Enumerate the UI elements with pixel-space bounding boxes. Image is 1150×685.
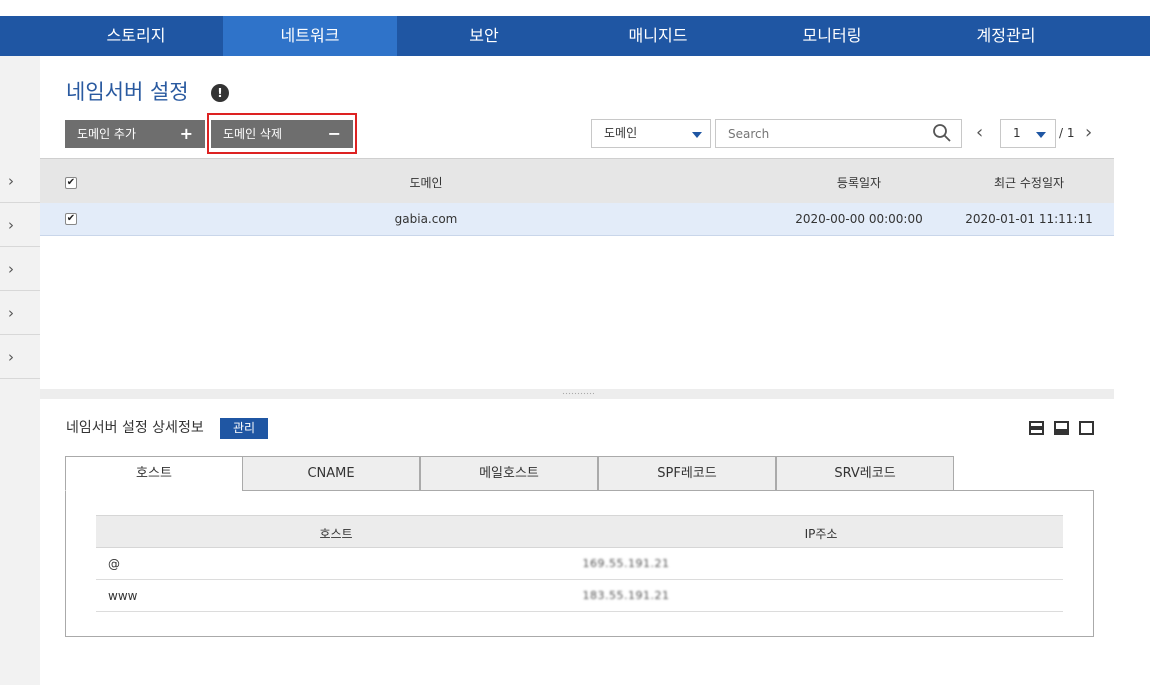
chevron-right-icon: › xyxy=(8,304,14,322)
tab-cname[interactable]: CNAME xyxy=(242,456,420,491)
add-domain-button[interactable]: 도메인 추가 + xyxy=(65,120,205,148)
nav-item-security[interactable]: 보안 xyxy=(397,16,571,56)
tab-mailhost[interactable]: 메일호스트 xyxy=(420,456,598,491)
sidebar-expand-3[interactable]: › xyxy=(0,247,40,291)
sidebar-expand-5[interactable]: › xyxy=(0,335,40,379)
nav-item-account[interactable]: 계정관리 xyxy=(919,16,1093,56)
top-nav: 스토리지 네트워크 보안 매니지드 모니터링 계정관리 xyxy=(0,16,1150,56)
table-row[interactable]: @ 169.55.191.21 xyxy=(96,548,1063,580)
row-ip: 183.55.191.21 xyxy=(582,589,670,602)
table-row[interactable]: www 183.55.191.21 xyxy=(96,580,1063,612)
chevron-left-icon[interactable]: ‹ xyxy=(976,122,983,143)
detail-title: 네임서버 설정 상세정보 xyxy=(66,420,204,436)
row-checkbox[interactable]: ✔ xyxy=(65,213,77,225)
view-bottom-icon[interactable] xyxy=(1054,421,1069,435)
plus-icon: + xyxy=(179,124,193,143)
nav-item-monitoring[interactable]: 모니터링 xyxy=(745,16,919,56)
domain-table-header: ✔ 도메인 등록일자 최근 수정일자 xyxy=(40,158,1114,203)
chevron-right-icon: › xyxy=(8,348,14,366)
row-ip: 169.55.191.21 xyxy=(582,557,670,570)
nav-item-storage[interactable]: 스토리지 xyxy=(49,16,223,56)
table-row[interactable]: ✔ gabia.com 2020-00-00 00:00:00 2020-01-… xyxy=(40,203,1114,236)
splitter-grip xyxy=(562,392,594,395)
sidebar-expand-4[interactable]: › xyxy=(0,291,40,335)
row-domain: gabia.com xyxy=(394,212,458,226)
highlight-box xyxy=(207,113,357,154)
page-select[interactable]: 1 xyxy=(1000,119,1056,148)
sidebar-expand-2[interactable]: › xyxy=(0,203,40,247)
table-empty-area xyxy=(40,236,1114,389)
host-table-header: 호스트 IP주소 xyxy=(96,515,1063,548)
left-sidebar: › › › › › xyxy=(0,56,40,685)
chevron-right-icon: › xyxy=(8,260,14,278)
chevron-right-icon: › xyxy=(8,172,14,190)
page-title: 네임서버 설정 xyxy=(66,80,189,104)
tab-host[interactable]: 호스트 xyxy=(65,456,243,491)
column-ip: IP주소 xyxy=(804,527,838,541)
view-full-icon[interactable] xyxy=(1079,421,1094,435)
row-modified: 2020-01-01 11:11:11 xyxy=(965,212,1093,226)
chevron-right-icon: › xyxy=(8,216,14,234)
filter-select[interactable]: 도메인 xyxy=(591,119,711,148)
nav-item-network[interactable]: 네트워크 xyxy=(223,16,397,56)
search-icon[interactable] xyxy=(932,123,952,143)
chevron-down-icon xyxy=(1036,132,1046,138)
select-all-checkbox[interactable]: ✔ xyxy=(65,177,77,189)
page-current: 1 xyxy=(1013,126,1021,140)
nav-item-managed[interactable]: 매니지드 xyxy=(571,16,745,56)
search-input[interactable] xyxy=(715,119,962,148)
row-registered: 2020-00-00 00:00:00 xyxy=(795,212,923,226)
view-top-icon[interactable] xyxy=(1029,421,1044,435)
sidebar-expand-1[interactable]: › xyxy=(0,159,40,203)
manage-button[interactable]: 관리 xyxy=(220,418,268,439)
column-host: 호스트 xyxy=(319,527,353,541)
column-registered: 등록일자 xyxy=(836,176,882,190)
column-domain: 도메인 xyxy=(409,176,443,190)
right-gutter xyxy=(1114,56,1150,685)
page-total: / 1 xyxy=(1059,126,1075,140)
add-domain-label: 도메인 추가 xyxy=(77,127,137,141)
chevron-down-icon xyxy=(692,132,702,138)
row-host: @ xyxy=(108,557,120,571)
row-host: www xyxy=(108,589,138,603)
filter-select-value: 도메인 xyxy=(604,126,638,140)
info-icon[interactable]: ! xyxy=(211,84,229,102)
panel-splitter[interactable] xyxy=(40,389,1114,399)
column-modified: 최근 수정일자 xyxy=(993,176,1065,190)
tab-srv[interactable]: SRV레코드 xyxy=(776,456,954,491)
chevron-right-icon[interactable]: › xyxy=(1085,122,1092,143)
tab-spf[interactable]: SPF레코드 xyxy=(598,456,776,491)
